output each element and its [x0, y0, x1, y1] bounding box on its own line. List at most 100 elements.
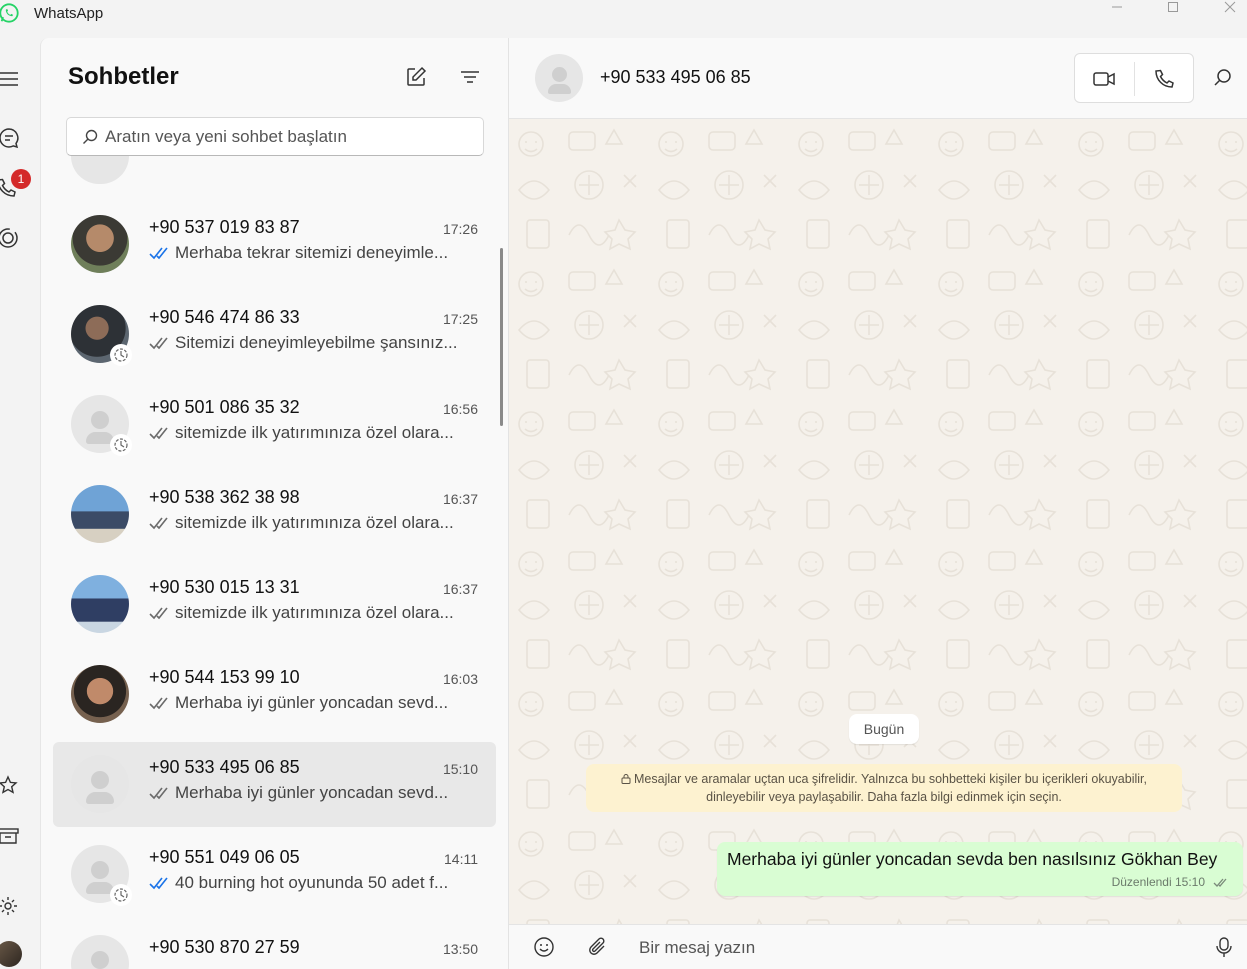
title-bar: WhatsApp: [0, 0, 1247, 38]
chat-name: +90 537 019 83 87: [149, 217, 300, 237]
chat-list-item[interactable]: +90 501 086 35 32 16:56 sitemizde ilk yatı…: [53, 382, 496, 467]
filter-button[interactable]: [459, 66, 481, 88]
chat-time: 17:25: [442, 311, 478, 327]
lock-icon: [621, 774, 631, 784]
profile-avatar[interactable]: [0, 941, 22, 967]
attach-icon[interactable]: [587, 936, 609, 958]
chat-time: 16:37: [442, 581, 478, 597]
contact-name[interactable]: +90 533 495 06 85: [600, 67, 751, 88]
call-divider: [1134, 62, 1135, 96]
search-icon: [83, 129, 98, 144]
disappearing-timer-icon: [110, 884, 132, 906]
message-input[interactable]: [639, 931, 1179, 965]
partial-chat-avatar: [71, 156, 129, 184]
chat-preview: Sitemizi deneyimleyebilme şansınız...: [149, 333, 469, 353]
chat-preview-text: 40 burning hot oyununda 50 adet f...: [175, 873, 449, 892]
chat-list-item[interactable]: +90 544 153 99 10 16:03 Merhaba iyi günler…: [53, 652, 496, 737]
minimize-button[interactable]: [1094, 0, 1140, 14]
chat-preview-text: sitemizde ilk yatırımınıza özel olara...: [175, 603, 454, 622]
encryption-notice[interactable]: Mesajlar ve aramalar uçtan uca şifrelidi…: [586, 764, 1182, 812]
chat-time: 17:26: [442, 221, 478, 237]
chat-avatar: [71, 485, 129, 543]
conversation-header: +90 533 495 06 85: [509, 38, 1247, 119]
whatsapp-logo-icon: [0, 3, 19, 23]
message-meta: Düzenlendi 15:10: [1112, 875, 1229, 889]
date-separator: Bugün: [849, 714, 919, 744]
delivered-ticks-icon: [149, 607, 168, 620]
maximize-icon: [1168, 2, 1178, 12]
menu-icon[interactable]: [0, 68, 22, 90]
delivered-ticks-icon: [149, 337, 168, 350]
new-chat-button[interactable]: [405, 66, 427, 88]
chat-list-panel: Sohbetler +90 537 019 83 87 17:26 Merhaba …: [40, 38, 509, 969]
video-call-icon: [1093, 72, 1115, 86]
chat-name: +90 551 049 06 05: [149, 847, 300, 867]
chat-preview-text: Merhaba iyi günler yoncadan sevd...: [175, 693, 449, 712]
video-call-button[interactable]: [1091, 66, 1117, 92]
new-chat-icon: [407, 66, 427, 86]
chat-avatar: [71, 575, 129, 633]
delivered-ticks-icon: [149, 427, 168, 440]
chat-avatar: [71, 935, 129, 969]
message-composer: [509, 924, 1247, 969]
microphone-icon[interactable]: [1213, 936, 1235, 958]
chat-list-item[interactable]: +90 538 362 38 98 16:37 sitemizde ilk yatı…: [53, 472, 496, 557]
chat-preview: sitemizde ilk yatırımınıza özel olara...: [149, 513, 469, 533]
chat-preview-text: sitemizde ilk yatırımınıza özel olara...: [175, 513, 454, 532]
chat-list-item[interactable]: +90 551 049 06 05 14:11 40 burning hot oyu…: [53, 832, 496, 917]
chat-name: +90 538 362 38 98: [149, 487, 300, 507]
search-box[interactable]: [66, 117, 484, 156]
chat-avatar: [71, 665, 129, 723]
chat-time: 15:10: [442, 761, 478, 777]
chat-time: 13:50: [442, 941, 478, 957]
chat-preview: Merhaba iyi günler yoncadan sevd...: [149, 693, 469, 713]
call-buttons: [1074, 53, 1194, 103]
outgoing-message[interactable]: Merhaba iyi günler yoncadan sevda ben na…: [717, 842, 1243, 896]
chat-time: 16:37: [442, 491, 478, 507]
chat-avatar: [71, 215, 129, 273]
minimize-icon: [1112, 6, 1122, 8]
chat-name: +90 530 015 13 31: [149, 577, 300, 597]
conversation-panel: +90 533 495 06 85 Bugün Mesajlar ve aram…: [509, 38, 1247, 969]
read-ticks-icon: [149, 877, 168, 890]
read-ticks-icon: [149, 247, 168, 260]
message-text: Merhaba iyi günler yoncadan sevda ben na…: [727, 849, 1218, 869]
chat-preview: 40 burning hot oyununda 50 adet f...: [149, 873, 469, 893]
chat-preview-text: Merhaba tekrar sitemizi deneyimle...: [175, 243, 449, 262]
chat-name: +90 530 870 27 59: [149, 937, 300, 957]
starred-icon[interactable]: [0, 775, 22, 797]
chat-name: +90 546 474 86 33: [149, 307, 300, 327]
chat-list-item[interactable]: +90 546 474 86 33 17:25 Sitemizi deneyimle…: [53, 292, 496, 377]
close-icon: [1224, 1, 1236, 13]
chat-list-item[interactable]: +90 530 015 13 31 16:37 sitemizde ilk yatı…: [53, 562, 496, 647]
disappearing-timer-icon: [110, 344, 132, 366]
archive-icon[interactable]: [0, 825, 22, 847]
chat-preview-text: Merhaba iyi günler yoncadan sevd...: [175, 783, 449, 802]
emoji-icon[interactable]: [533, 936, 555, 958]
chat-time: 16:03: [442, 671, 478, 687]
chat-list-item[interactable]: +90 530 870 27 59 13:50: [53, 922, 496, 969]
chat-list-scrollbar[interactable]: [500, 248, 503, 426]
chat-list-title: Sohbetler: [68, 63, 179, 90]
delivered-ticks-icon: [149, 697, 168, 710]
encryption-notice-text: Mesajlar ve aramalar uçtan uca şifrelidi…: [634, 772, 1147, 804]
conversation-search-icon[interactable]: [1212, 67, 1234, 89]
chat-list-item[interactable]: +90 533 495 06 85 15:10 Merhaba iyi günler…: [53, 742, 496, 827]
chat-time: 16:56: [442, 401, 478, 417]
chat-preview: sitemizde ilk yatırımınıza özel olara...: [149, 423, 469, 443]
chat-name: +90 501 086 35 32: [149, 397, 300, 417]
maximize-button[interactable]: [1150, 0, 1196, 14]
contact-avatar[interactable]: [535, 54, 583, 102]
close-button[interactable]: [1207, 0, 1247, 14]
navigation-rail: 1: [0, 38, 40, 969]
search-input[interactable]: [105, 118, 475, 155]
voice-call-button[interactable]: [1151, 66, 1177, 92]
chat-list-item[interactable]: +90 537 019 83 87 17:26 Merhaba tekrar sit…: [53, 202, 496, 287]
status-icon[interactable]: [0, 227, 22, 249]
chat-preview-text: Sitemizi deneyimleyebilme şansınız...: [175, 333, 458, 352]
calls-badge: 1: [11, 169, 31, 189]
settings-icon[interactable]: [0, 895, 22, 917]
chat-preview-text: sitemizde ilk yatırımınıza özel olara...: [175, 423, 454, 442]
chats-icon[interactable]: [0, 127, 22, 149]
chat-preview: Merhaba iyi günler yoncadan sevd...: [149, 783, 469, 803]
